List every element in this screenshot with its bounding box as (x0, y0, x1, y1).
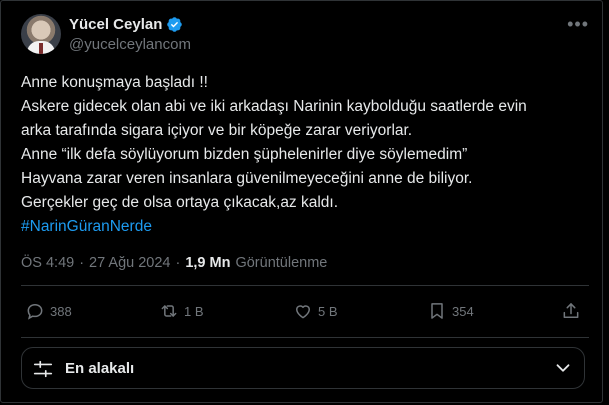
sliders-icon (33, 360, 53, 378)
divider (21, 337, 589, 338)
tweet-line: Hayvana zarar veren insanlara güvenilmey… (21, 170, 473, 187)
verified-badge-icon (167, 17, 183, 32)
reply-icon (27, 303, 43, 320)
bookmark-count: 354 (452, 303, 474, 319)
tweet-date[interactable]: 27 Ağu 2024 (89, 255, 170, 271)
repost-icon (161, 305, 177, 317)
bookmark-icon (431, 303, 443, 319)
like-button[interactable]: 5 B (293, 301, 338, 321)
author-handle[interactable]: @yucelceylancom (69, 36, 191, 53)
bookmark-button[interactable]: 354 (427, 301, 474, 321)
avatar-tie (39, 43, 43, 54)
action-bar: 388 1 B 5 B 354 (21, 301, 591, 325)
reply-sort-dropdown[interactable]: En alakalı (21, 347, 585, 389)
tweet-text: Anne konuşmaya başladı !! Askere gidecek… (21, 71, 596, 239)
sort-label: En alakalı (65, 360, 135, 377)
tweet-meta: ÖS 4:49 · 27 Ağu 2024 · 1,9 Mn Görüntüle… (21, 255, 327, 271)
hashtag-link[interactable]: #NarinGüranNerde (21, 215, 596, 239)
tweet-time[interactable]: ÖS 4:49 (21, 255, 74, 271)
tweet-line: arka tarafında sigara içiyor ve bir köpe… (21, 122, 413, 139)
tweet-header: Yücel Ceylan @yucelceylancom ••• (21, 14, 591, 58)
repost-button[interactable]: 1 B (159, 301, 204, 321)
more-options-icon[interactable]: ••• (567, 14, 589, 35)
share-button[interactable] (561, 301, 581, 321)
meta-separator: · (175, 255, 181, 271)
tweet-line: Anne “ilk defa söylüyorum bizden şüphele… (21, 146, 468, 163)
chevron-down-icon (556, 364, 570, 372)
heart-icon (296, 305, 310, 319)
share-icon (563, 303, 579, 318)
reply-button[interactable]: 388 (25, 301, 72, 321)
author-name-row: Yücel Ceylan (69, 16, 183, 33)
tweet-line: Anne konuşmaya başladı !! (21, 74, 208, 91)
tweet-line: Askere gidecek olan abi ve iki arkadaşı … (21, 98, 527, 115)
reply-count: 388 (50, 303, 72, 319)
views-label: Görüntülenme (235, 255, 328, 271)
tweet-line: Gerçekler geç de olsa ortaya çıkacak,az … (21, 194, 339, 211)
like-count: 5 B (318, 303, 338, 319)
avatar[interactable] (21, 14, 61, 54)
divider (21, 285, 589, 286)
meta-separator: · (79, 255, 85, 271)
views-count: 1,9 Mn (185, 255, 231, 271)
repost-count: 1 B (184, 303, 204, 319)
author-name[interactable]: Yücel Ceylan (69, 16, 162, 33)
tweet-card: Yücel Ceylan @yucelceylancom ••• Anne ko… (0, 0, 603, 403)
